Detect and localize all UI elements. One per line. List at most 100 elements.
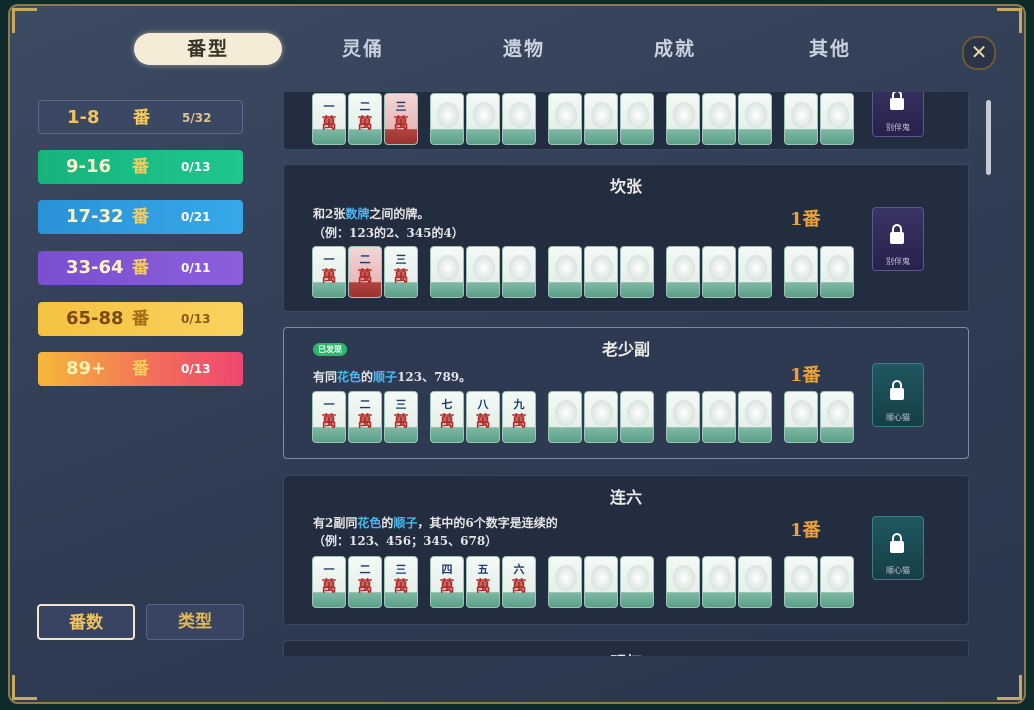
tab-chengjiu[interactable]: 成就	[635, 33, 715, 65]
blank-tile	[430, 246, 464, 298]
close-icon[interactable]: ✕	[962, 36, 996, 70]
tile-oval-icon	[591, 400, 613, 426]
blank-tile	[738, 556, 772, 608]
desc-text: 123、789。	[397, 370, 472, 384]
blank-tile	[502, 246, 536, 298]
tile-oval-icon	[555, 255, 577, 281]
desc-text: 的	[381, 516, 394, 530]
mahjong-tile: 二萬	[348, 93, 382, 145]
desc-keyword: 顺子	[393, 516, 418, 530]
blank-tile	[584, 391, 618, 443]
blank-tile	[548, 391, 582, 443]
tile-suit: 萬	[511, 412, 527, 430]
reward-slot: 顺心猫	[872, 363, 924, 427]
tile-oval-icon	[827, 255, 849, 281]
tile-oval-icon	[745, 565, 767, 591]
tab-qita[interactable]: 其他	[790, 33, 870, 65]
fan-card[interactable]: 连六 有2副同花色的顺子，其中的6个数字是连续的 （例：123、456；345、…	[283, 475, 969, 625]
blank-tile	[738, 391, 772, 443]
tile-suit: 萬	[357, 114, 373, 132]
mahjong-tile: 一萬	[312, 556, 346, 608]
blank-tile	[784, 93, 818, 145]
lock-icon	[890, 92, 904, 110]
range-count: 0/13	[181, 362, 211, 376]
mahjong-tile: 五萬	[466, 556, 500, 608]
mahjong-tile: 八萬	[466, 391, 500, 443]
sort-by-fan-button[interactable]: 番数	[37, 604, 135, 640]
blank-tile	[620, 246, 654, 298]
tile-oval-icon	[509, 102, 531, 128]
tile-oval-icon	[591, 255, 613, 281]
fan-card[interactable]: 坎张 和2张数牌之间的牌。 （例：123的2、345的4） 1番 一萬二萬三萬 …	[283, 164, 969, 312]
fan-card[interactable]: 明杠	[283, 640, 969, 656]
blank-tile	[584, 246, 618, 298]
tile-oval-icon	[627, 102, 649, 128]
blank-tile	[430, 93, 464, 145]
scrollbar-thumb[interactable]	[986, 100, 991, 175]
range-filter-65-88[interactable]: 65-88 番 0/13	[38, 302, 243, 336]
tab-lingyong[interactable]: 灵俑	[323, 33, 403, 65]
blank-tile	[738, 246, 772, 298]
range-filter-89-plus[interactable]: 89+ 番 0/13	[38, 352, 243, 386]
lock-icon	[890, 224, 904, 244]
blank-tile	[548, 246, 582, 298]
blank-tile	[666, 556, 700, 608]
blank-tile	[620, 556, 654, 608]
tile-suit: 萬	[439, 577, 455, 595]
tab-yiwu[interactable]: 遗物	[484, 33, 564, 65]
card-description: 和2张数牌之间的牌。	[313, 205, 429, 222]
range-filter-9-16[interactable]: 9-16 番 0/13	[38, 150, 243, 184]
blank-tile	[784, 556, 818, 608]
fan-list[interactable]: 一萬二萬三萬 别伴鬼 坎张 和2张数牌之间的牌。 （例：123的2、345的4）…	[283, 92, 969, 656]
mahjong-tile: 三萬	[384, 246, 418, 298]
tile-oval-icon	[437, 255, 459, 281]
tile-oval-icon	[709, 255, 731, 281]
tile-oval-icon	[745, 102, 767, 128]
tile-oval-icon	[473, 255, 495, 281]
tile-suit: 萬	[321, 577, 337, 595]
blank-tile	[548, 93, 582, 145]
card-example: （例：123的2、345的4）	[313, 226, 464, 240]
fan-icon: 番	[132, 359, 149, 379]
blank-tile	[584, 93, 618, 145]
blank-tile	[784, 246, 818, 298]
tile-oval-icon	[591, 102, 613, 128]
fan-card[interactable]: 一萬二萬三萬 别伴鬼	[283, 92, 969, 150]
reward-slot: 别伴鬼	[872, 92, 924, 137]
blank-tile	[784, 391, 818, 443]
tile-oval-icon	[709, 565, 731, 591]
mahjong-tile: 六萬	[502, 556, 536, 608]
blank-tile	[820, 246, 854, 298]
tile-suit: 萬	[393, 114, 409, 132]
range-count: 0/11	[181, 261, 211, 275]
range-filter-17-32[interactable]: 17-32 番 0/21	[38, 200, 243, 234]
blank-tile	[702, 246, 736, 298]
tile-oval-icon	[555, 400, 577, 426]
fan-value: 1番	[790, 365, 821, 386]
mahjong-tile: 一萬	[312, 246, 346, 298]
tile-oval-icon	[791, 102, 813, 128]
tile-oval-icon	[555, 565, 577, 591]
tile-oval-icon	[709, 102, 731, 128]
desc-text: 和2张	[313, 207, 346, 221]
mahjong-tile: 九萬	[502, 391, 536, 443]
tab-fanxing[interactable]: 番型	[134, 33, 282, 65]
sort-by-type-button[interactable]: 类型	[146, 604, 244, 640]
tile-oval-icon	[827, 565, 849, 591]
fan-card[interactable]: 已发现 老少副 有同花色的顺子123、789。 1番 一萬二萬三萬七萬八萬九萬 …	[283, 327, 969, 459]
range-filter-33-64[interactable]: 33-64 番 0/11	[38, 251, 243, 285]
tile-suit: 萬	[511, 577, 527, 595]
tile-oval-icon	[627, 255, 649, 281]
reward-name: 顺心猫	[886, 413, 910, 422]
range-count: 0/13	[181, 160, 211, 174]
tile-oval-icon	[745, 255, 767, 281]
range-filter-1-8[interactable]: 1-8 番 5/32	[38, 100, 243, 134]
tile-suit: 萬	[321, 114, 337, 132]
tile-oval-icon	[673, 102, 695, 128]
fan-icon: 番	[132, 258, 149, 278]
blank-tile	[702, 391, 736, 443]
tile-oval-icon	[791, 255, 813, 281]
tile-suit: 萬	[357, 577, 373, 595]
tile-oval-icon	[437, 102, 459, 128]
range-label: 17-32	[66, 206, 124, 227]
